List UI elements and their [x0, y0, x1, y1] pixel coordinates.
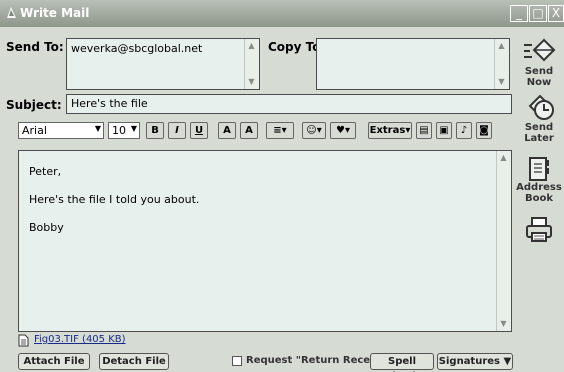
body-line: Bobby — [29, 221, 64, 234]
subject-field[interactable]: Here's the file — [66, 94, 512, 114]
scroll-down-icon[interactable]: ▼ — [496, 77, 507, 87]
body-scrollbar[interactable]: ▲ ▼ — [496, 151, 511, 331]
camera-icon: ◙ — [479, 125, 489, 136]
size-value: 10 — [112, 124, 126, 137]
link-icon: ▤ — [419, 125, 429, 136]
address-book-label-line2: Book — [524, 193, 553, 204]
attachment-link[interactable]: Fig03.TIF (405 KB) — [34, 334, 126, 345]
print-button[interactable] — [514, 216, 564, 244]
sound-icon: ♪ — [460, 125, 468, 136]
address-book-button[interactable]: Address Book — [514, 156, 564, 204]
scroll-up-icon[interactable]: ▲ — [498, 153, 509, 163]
font-select[interactable]: Arial ▼ — [18, 122, 104, 139]
scroll-up-icon[interactable]: ▲ — [496, 41, 507, 51]
italic-button[interactable]: I — [168, 122, 186, 139]
subject-value: Here's the file — [71, 97, 148, 110]
body-line: Here's the file I told you about. — [29, 193, 200, 206]
scroll-down-icon[interactable]: ▼ — [246, 77, 257, 87]
send-to-field[interactable]: weverka@sbcglobal.net ▲ ▼ — [66, 38, 260, 90]
smiley-icon: ☺▾ — [306, 125, 322, 136]
send-later-label: Send Later — [524, 122, 554, 144]
message-body[interactable]: Peter, Here's the file I told you about.… — [18, 150, 512, 332]
bold-button[interactable]: B — [146, 122, 164, 139]
align-icon: ≡▾ — [273, 125, 287, 136]
extras-label: Extras — [369, 125, 406, 136]
detach-file-button[interactable]: Detach File — [99, 353, 169, 370]
signatures-button[interactable]: Signatures ▼ — [437, 353, 513, 370]
attachment-item[interactable]: Fig03.TIF (405 KB) — [18, 334, 178, 348]
dropdown-arrow-icon: ▾ — [405, 125, 411, 136]
font-value: Arial — [22, 124, 47, 137]
background-color-button[interactable]: A — [240, 122, 258, 139]
close-button[interactable]: X — [548, 5, 564, 22]
scroll-up-icon[interactable]: ▲ — [246, 41, 257, 51]
image-icon: ▣ — [439, 125, 449, 136]
send-to-scrollbar[interactable]: ▲ ▼ — [244, 39, 259, 89]
title-bar[interactable]: Write Mail _ □ X — [0, 0, 564, 27]
favorites-button[interactable]: ♥▾ — [330, 122, 356, 139]
text-color-button[interactable]: A — [218, 122, 236, 139]
insert-image-button[interactable]: ▣ — [436, 122, 452, 139]
size-select[interactable]: 10 ▼ — [108, 122, 140, 139]
dropdown-arrow-icon: ▼ — [130, 124, 137, 133]
send-now-icon — [524, 38, 556, 62]
send-now-button[interactable]: Send Now — [514, 36, 564, 88]
heart-icon: ♥▾ — [336, 125, 350, 136]
return-receipt-label: Request "Return Receipt" — [246, 355, 391, 366]
printer-icon — [526, 217, 552, 242]
address-book-label-line1: Address — [516, 182, 562, 193]
send-later-button[interactable]: Send Later — [514, 94, 564, 144]
write-mail-icon — [7, 7, 16, 18]
copy-to-field[interactable]: ▲ ▼ — [316, 38, 510, 90]
dropdown-arrow-icon: ▼ — [94, 124, 101, 133]
underline-button[interactable]: U — [190, 122, 208, 139]
maximize-button[interactable]: □ — [529, 5, 547, 22]
spell-check-button[interactable]: Spell Check — [370, 353, 434, 372]
attach-file-button[interactable]: Attach File — [18, 353, 90, 370]
insert-sound-button[interactable]: ♪ — [456, 122, 472, 139]
return-receipt-checkbox[interactable] — [232, 356, 242, 366]
file-icon — [18, 334, 29, 347]
insert-picture-button[interactable]: ◙ — [476, 122, 492, 139]
insert-link-button[interactable]: ▤ — [416, 122, 432, 139]
copy-to-scrollbar[interactable]: ▲ ▼ — [494, 39, 509, 89]
dropdown-arrow-icon: ▼ — [503, 356, 512, 367]
address-book-icon — [529, 157, 549, 181]
subject-label: Subject: — [6, 98, 62, 112]
align-button[interactable]: ≡▾ — [266, 122, 294, 139]
send-later-icon — [528, 94, 554, 120]
minimize-button[interactable]: _ — [510, 5, 528, 22]
signatures-label: Signatures — [438, 356, 501, 367]
send-to-label: Send To: — [6, 40, 64, 54]
write-mail-window: Write Mail _ □ X Send To: weverka@sbcglo… — [0, 0, 564, 372]
smiley-button[interactable]: ☺▾ — [302, 122, 326, 139]
window-title: Write Mail — [20, 6, 90, 20]
scroll-down-icon[interactable]: ▼ — [498, 319, 509, 329]
send-to-value: weverka@sbcglobal.net — [71, 42, 203, 55]
extras-button[interactable]: Extras▾ — [368, 122, 412, 139]
body-line: Peter, — [29, 165, 62, 178]
send-now-label: Send Now — [524, 66, 554, 88]
